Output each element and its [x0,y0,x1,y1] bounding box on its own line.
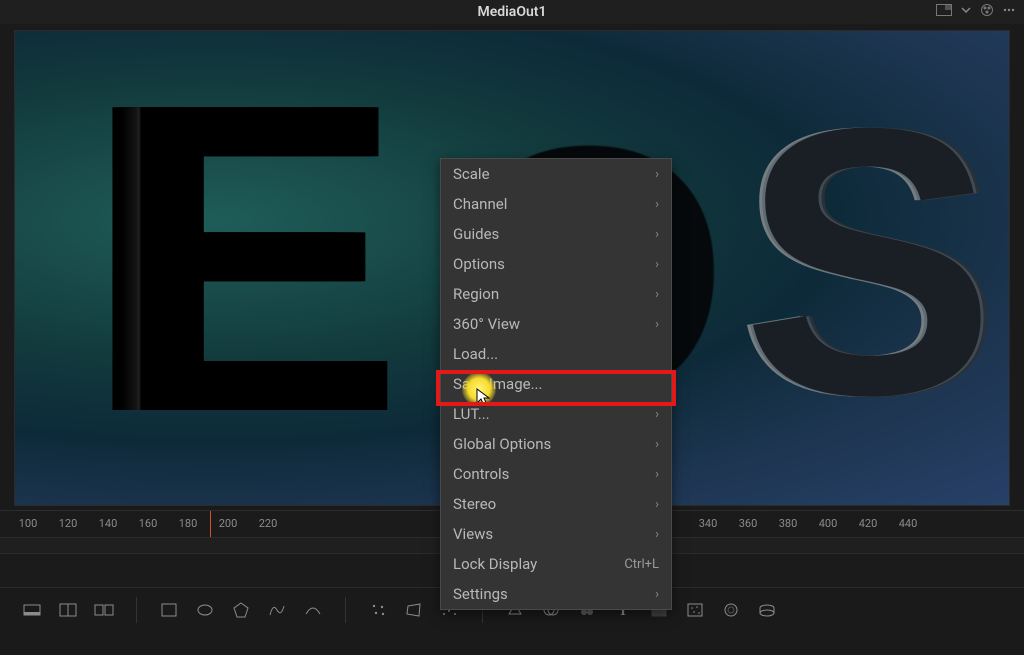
menu-item-label: Region [453,285,647,303]
menu-item-lut[interactable]: LUT... › [441,399,671,429]
chevron-right-icon: › [655,497,659,512]
toolbar-group [10,596,126,624]
menu-item-lock-display[interactable]: Lock DisplayCtrl+L [441,549,671,579]
preview-letter-s: S [742,91,995,433]
playhead[interactable] [210,511,211,537]
menu-item-global-options[interactable]: Global Options › [441,429,671,459]
display-mode-button[interactable] [18,596,46,624]
chevron-right-icon: › [655,167,659,182]
ruler-tick: 120 [59,517,78,530]
viewer-title: MediaOut1 [478,4,547,20]
pRender-button[interactable] [753,596,781,624]
menu-item-label: Scale [453,165,647,183]
menu-item-guides[interactable]: Guides › [441,219,671,249]
menu-item-label: Controls [453,465,647,483]
ruler-tick: 200 [219,517,238,530]
polygon-mask-button[interactable] [227,596,255,624]
ruler-tick: 420 [859,517,878,530]
menu-item-label: Settings [453,585,647,603]
menu-item-label: Save Image... [453,375,659,393]
ruler-tick: 160 [139,517,158,530]
menu-item-settings[interactable]: Settings › [441,579,671,609]
titlebar-tools [936,0,1016,24]
menu-item-label: Views [453,525,647,543]
chevron-right-icon: › [655,227,659,242]
ruler-tick: 380 [779,517,798,530]
menu-item-scale[interactable]: Scale › [441,159,671,189]
chevron-right-icon: › [655,587,659,602]
ruler-tick: 340 [699,517,718,530]
menu-item-label: Load... [453,345,659,363]
planar-tracker-button[interactable] [400,596,428,624]
ruler-tick: 440 [899,517,918,530]
menu-item-views[interactable]: Views › [441,519,671,549]
rectangle-mask-button[interactable] [155,596,183,624]
menu-item-360-view[interactable]: 360° View › [441,309,671,339]
menu-item-label: Options [453,255,647,273]
dual-view-button[interactable] [90,596,118,624]
chevron-right-icon: › [655,197,659,212]
menu-item-load[interactable]: Load... [441,339,671,369]
split-view-button[interactable] [54,596,82,624]
menu-item-label: Channel [453,195,647,213]
titlebar: MediaOut1 [0,0,1024,24]
menu-item-label: LUT... [453,405,647,423]
options-dots-icon[interactable] [1002,3,1016,21]
toolbar-separator [345,597,346,623]
toolbar-group [147,596,335,624]
chevron-right-icon: › [655,317,659,332]
chevron-right-icon: › [655,437,659,452]
menu-item-label: Guides [453,225,647,243]
menu-item-label: Lock Display [453,555,624,573]
color-inspector-icon[interactable] [980,3,994,21]
bitmap-mask-button[interactable] [299,596,327,624]
chevron-right-icon: › [655,407,659,422]
menu-item-label: Stereo [453,495,647,513]
ruler-tick: 400 [819,517,838,530]
ruler-tick: 360 [739,517,758,530]
ruler-tick: 180 [179,517,198,530]
subview-icon[interactable] [936,4,952,20]
ruler-tick: 220 [259,517,278,530]
tracker-button[interactable] [364,596,392,624]
chevron-right-icon: › [655,527,659,542]
ruler-tick: 140 [99,517,118,530]
menu-item-save-image[interactable]: Save Image... [441,369,671,399]
fast-noise-button[interactable] [681,596,709,624]
chevron-right-icon: › [655,257,659,272]
menu-item-options[interactable]: Options › [441,249,671,279]
preview-letter-e: E [111,61,404,457]
menu-item-controls[interactable]: Controls › [441,459,671,489]
blur-button[interactable] [717,596,745,624]
menu-item-region[interactable]: Region › [441,279,671,309]
ruler-tick: 100 [19,517,38,530]
chevron-right-icon: › [655,287,659,302]
toolbar-separator [136,597,137,623]
menu-item-stereo[interactable]: Stereo › [441,489,671,519]
menu-item-channel[interactable]: Channel › [441,189,671,219]
viewer-context-menu: Scale›Channel›Guides›Options›Region›360°… [440,158,672,610]
chevron-right-icon: › [655,467,659,482]
menu-item-label: Global Options [453,435,647,453]
menu-item-label: 360° View [453,315,647,333]
chevron-down-icon[interactable] [960,4,972,20]
bspline-mask-button[interactable] [263,596,291,624]
menu-item-shortcut: Ctrl+L [624,557,659,572]
ellipse-mask-button[interactable] [191,596,219,624]
